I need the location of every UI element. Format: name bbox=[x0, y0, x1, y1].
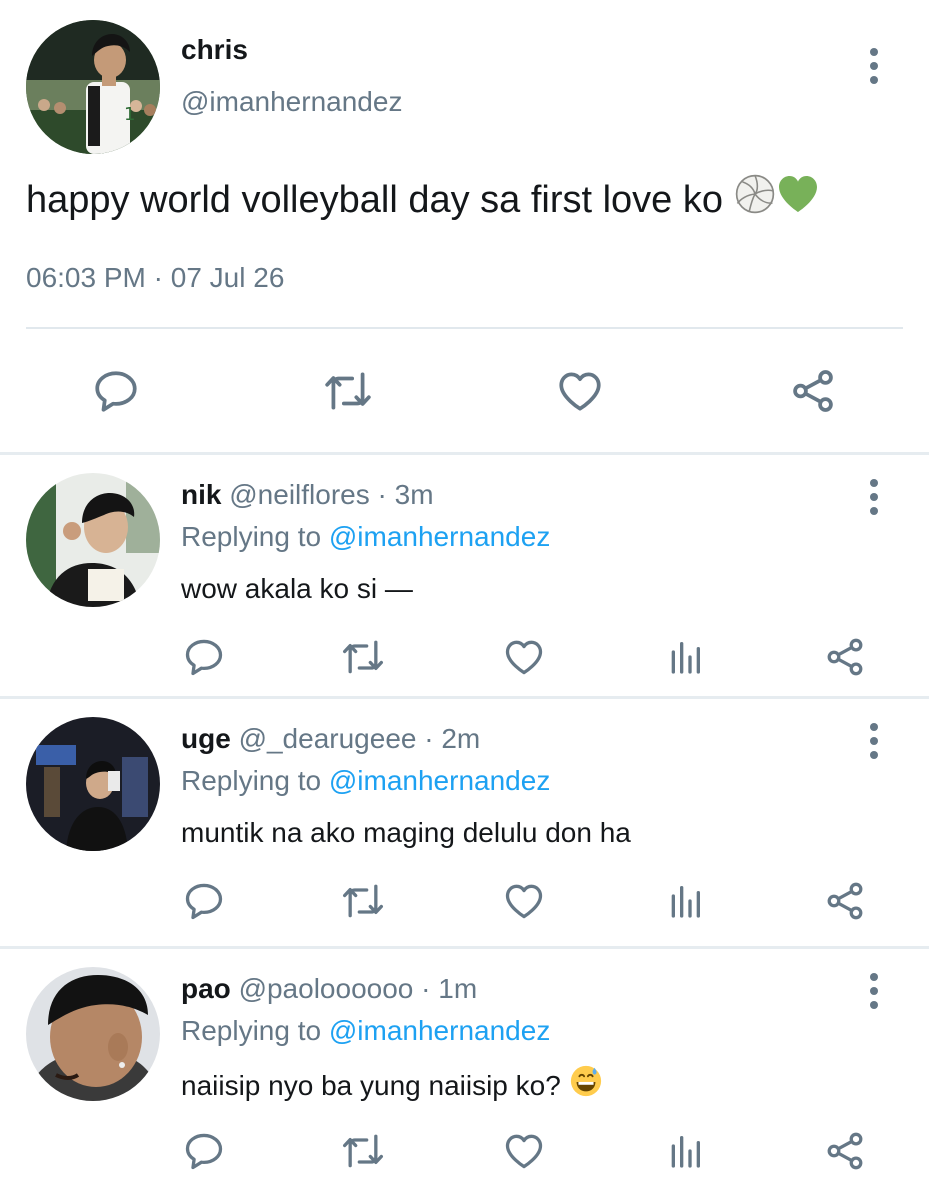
replying-to: Replying to @imanhernandez bbox=[181, 521, 550, 553]
reply-item[interactable]: nik @neilflores · 3m Replying to @imanhe… bbox=[0, 455, 929, 702]
reply-text: naiisip nyo ba yung naiisip ko? bbox=[181, 1064, 603, 1108]
tweet-timestamp: 06:03 PM · 07 Jul 26 bbox=[26, 262, 284, 294]
main-avatar[interactable]: 1 bbox=[26, 20, 160, 154]
green-heart-emoji bbox=[776, 173, 820, 225]
reply-header: nik @neilflores · 3m bbox=[181, 479, 434, 511]
reply-icon[interactable] bbox=[182, 635, 226, 679]
retweet-icon[interactable] bbox=[341, 879, 385, 923]
reply-time: 3m bbox=[394, 479, 434, 510]
mention-link[interactable]: @imanhernandez bbox=[329, 765, 550, 796]
like-icon[interactable] bbox=[502, 635, 546, 679]
replying-to-label: Replying to bbox=[181, 521, 322, 552]
tweet-date: 07 Jul 26 bbox=[170, 262, 285, 293]
user-handle[interactable]: @neilflores bbox=[229, 479, 369, 510]
reply-header: pao @paoloooooo · 1m bbox=[181, 973, 477, 1005]
divider bbox=[26, 327, 903, 329]
stats-icon[interactable] bbox=[663, 879, 707, 923]
reply-icon[interactable] bbox=[91, 366, 141, 416]
grinning-sweat-emoji bbox=[569, 1064, 603, 1105]
share-icon[interactable] bbox=[823, 635, 867, 679]
reply-time: 2m bbox=[441, 723, 481, 754]
reply-text: muntik na ako maging delulu don ha bbox=[181, 817, 631, 848]
meta-separator: · bbox=[377, 479, 387, 510]
user-handle[interactable]: @paoloooooo bbox=[239, 973, 414, 1004]
svg-text:1: 1 bbox=[124, 104, 135, 125]
tweet-text: happy world volleyball day sa first love… bbox=[26, 173, 820, 228]
meta-separator: · bbox=[424, 723, 434, 754]
avatar[interactable] bbox=[26, 967, 160, 1101]
reply-text: wow akala ko si — bbox=[181, 573, 413, 604]
mention-link[interactable]: @imanhernandez bbox=[329, 521, 550, 552]
more-options-icon[interactable] bbox=[868, 48, 880, 84]
tweet-text-content: happy world volleyball day sa first love… bbox=[26, 179, 724, 222]
tweet-time: 06:03 PM bbox=[26, 262, 146, 293]
reply-time: 1m bbox=[438, 973, 478, 1004]
share-icon[interactable] bbox=[788, 366, 838, 416]
display-name[interactable]: nik bbox=[181, 479, 221, 510]
more-options-icon[interactable] bbox=[868, 479, 880, 515]
more-options-icon[interactable] bbox=[868, 973, 880, 1009]
display-name[interactable]: pao bbox=[181, 973, 231, 1004]
reply-item[interactable]: uge @_dearugeee · 2m Replying to @imanhe… bbox=[0, 699, 929, 946]
main-tweet: 1 chris @imanhernandez happy world volle… bbox=[0, 0, 929, 452]
replying-to: Replying to @imanhernandez bbox=[181, 1015, 550, 1047]
user-handle[interactable]: @imanhernandez bbox=[181, 86, 402, 118]
meta-separator: · bbox=[153, 262, 163, 293]
meta-separator: · bbox=[421, 973, 431, 1004]
reply-item[interactable]: pao @paoloooooo · 1m Replying to @imanhe… bbox=[0, 949, 929, 1196]
reply-text-content: naiisip nyo ba yung naiisip ko? bbox=[181, 1069, 561, 1101]
user-handle[interactable]: @_dearugeee bbox=[239, 723, 417, 754]
reply-header: uge @_dearugeee · 2m bbox=[181, 723, 480, 755]
display-name[interactable]: chris bbox=[181, 34, 248, 66]
retweet-icon[interactable] bbox=[341, 635, 385, 679]
like-icon[interactable] bbox=[502, 879, 546, 923]
reply-icon[interactable] bbox=[182, 1129, 226, 1173]
volleyball-emoji bbox=[734, 173, 776, 225]
retweet-icon[interactable] bbox=[341, 1129, 385, 1173]
retweet-icon[interactable] bbox=[323, 366, 373, 416]
share-icon[interactable] bbox=[823, 1129, 867, 1173]
replying-to-label: Replying to bbox=[181, 1015, 322, 1046]
reply-icon[interactable] bbox=[182, 879, 226, 923]
stats-icon[interactable] bbox=[663, 1129, 707, 1173]
more-options-icon[interactable] bbox=[868, 723, 880, 759]
like-icon[interactable] bbox=[555, 366, 605, 416]
share-icon[interactable] bbox=[823, 879, 867, 923]
avatar[interactable] bbox=[26, 717, 160, 851]
mention-link[interactable]: @imanhernandez bbox=[329, 1015, 550, 1046]
replying-to: Replying to @imanhernandez bbox=[181, 765, 550, 797]
stats-icon[interactable] bbox=[663, 635, 707, 679]
avatar[interactable] bbox=[26, 473, 160, 607]
replying-to-label: Replying to bbox=[181, 765, 322, 796]
display-name[interactable]: uge bbox=[181, 723, 231, 754]
like-icon[interactable] bbox=[502, 1129, 546, 1173]
